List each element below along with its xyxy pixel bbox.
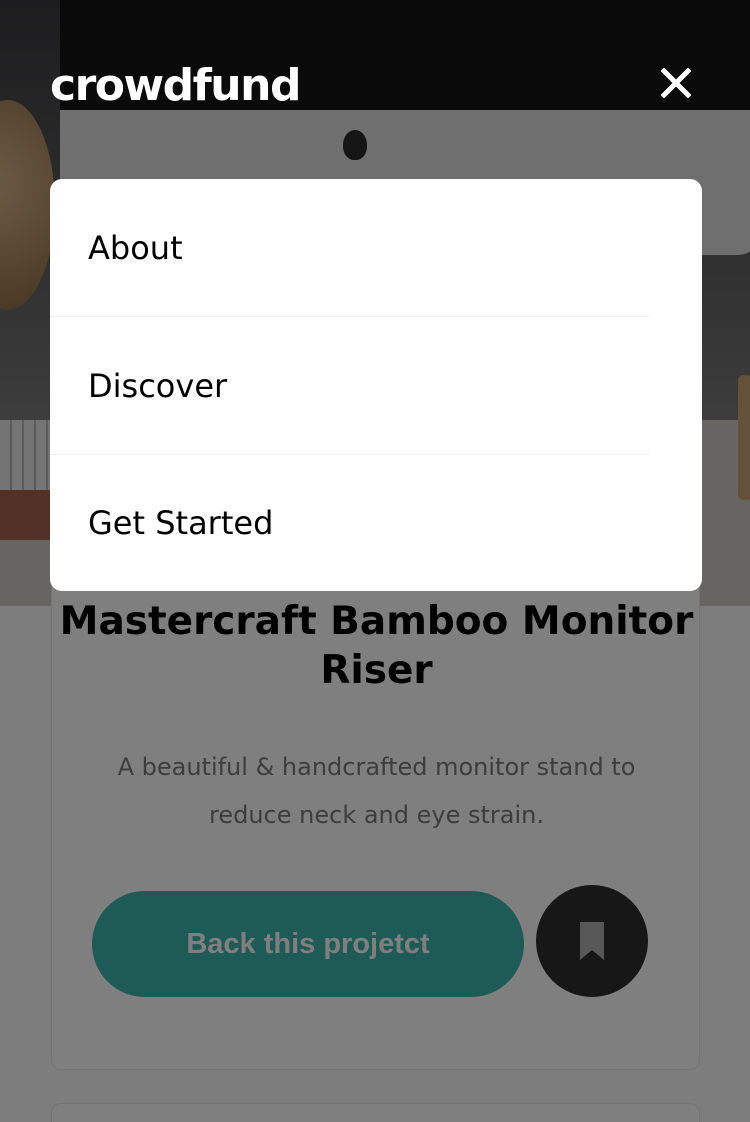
close-icon: [661, 68, 691, 98]
close-menu-button[interactable]: [655, 62, 697, 104]
mobile-menu: About Discover Get Started: [50, 179, 702, 591]
menu-item-about[interactable]: About: [50, 179, 650, 317]
logo[interactable]: crowdfund: [50, 58, 301, 114]
menu-item-get-started[interactable]: Get Started: [50, 455, 650, 591]
menu-item-discover[interactable]: Discover: [50, 317, 650, 455]
